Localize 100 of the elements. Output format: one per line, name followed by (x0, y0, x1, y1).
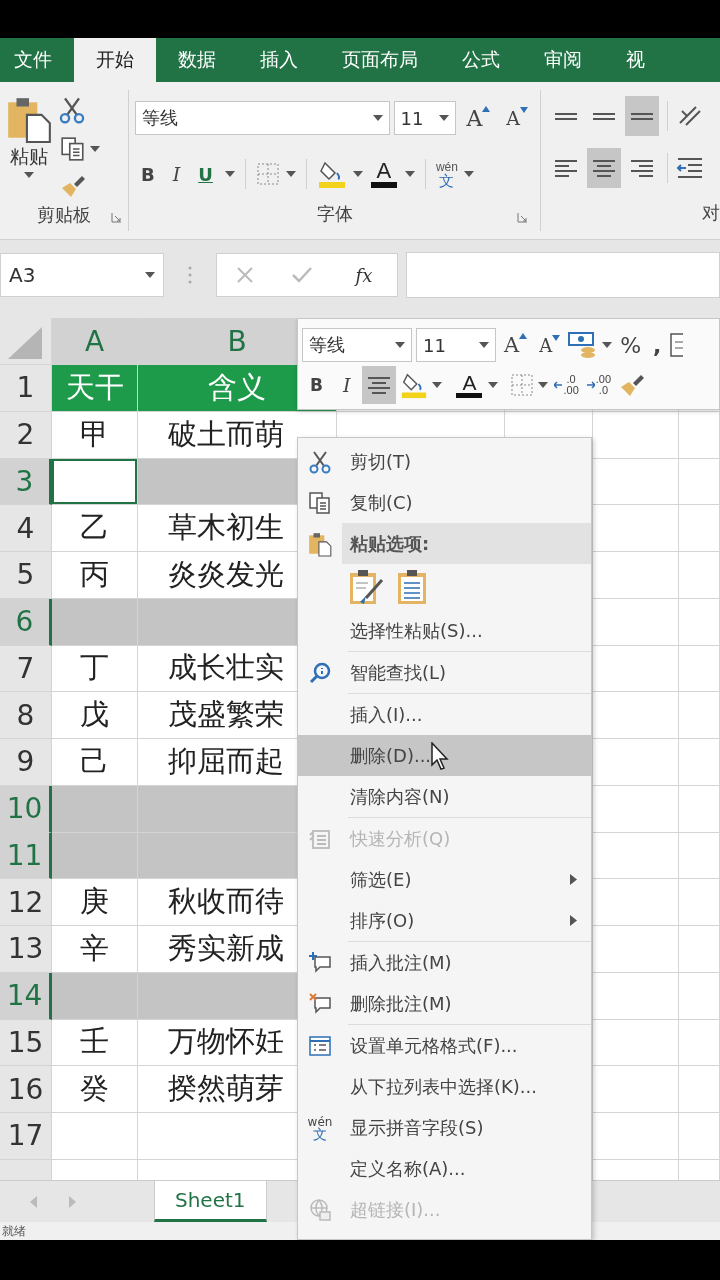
bold-button[interactable]: B (302, 375, 331, 395)
ribbon-tab[interactable]: 公式 (440, 38, 522, 82)
dropdown-caret-icon[interactable] (479, 342, 489, 348)
bold-button[interactable]: B (135, 163, 161, 185)
checkmark-icon[interactable] (290, 266, 313, 284)
row-header[interactable]: 10 (0, 785, 52, 833)
increase-decimal-button[interactable]: .0 .00 (552, 374, 581, 396)
row-header[interactable]: 11 (0, 832, 52, 880)
italic-button[interactable]: I (166, 163, 187, 185)
dropdown-caret-icon[interactable] (602, 342, 613, 348)
dropdown-caret-icon[interactable] (90, 146, 100, 152)
row-header[interactable]: 15 (0, 1019, 52, 1067)
dropdown-caret-icon[interactable] (395, 342, 405, 348)
table-cell: 丙 (52, 552, 138, 599)
row-header[interactable]: 9 (0, 739, 52, 786)
dropdown-caret-icon[interactable] (224, 171, 235, 177)
grow-font-button[interactable]: A (460, 105, 497, 131)
row-header[interactable]: 1 (0, 365, 52, 412)
font-name-dropdown[interactable]: 等线 (302, 328, 412, 362)
dropdown-caret-icon[interactable] (488, 382, 499, 388)
row-header[interactable]: 7 (0, 645, 52, 693)
arrow-icon (554, 381, 563, 389)
shrink-font-button[interactable]: A (500, 107, 534, 129)
paste-formatting-icon[interactable] (348, 568, 384, 606)
center-button[interactable] (587, 148, 621, 188)
paste-button[interactable]: 粘贴 (4, 94, 54, 170)
dropdown-caret-icon[interactable] (285, 171, 296, 177)
bottom-align-button[interactable] (625, 96, 659, 136)
up-triangle-icon (519, 333, 528, 339)
font-size-dropdown[interactable]: 11 (416, 328, 496, 362)
menu-item[interactable]: 删除(D)... (298, 735, 591, 776)
phonetic-guide-button[interactable]: wén 文 (435, 161, 458, 187)
scissors-icon (308, 449, 332, 474)
lines-icon (555, 159, 577, 177)
sheet-tab[interactable]: Sheet1 (154, 1181, 267, 1222)
table-cell (679, 879, 720, 926)
dropdown-caret-icon[interactable] (352, 171, 363, 177)
ribbon-tab[interactable]: 开始 (74, 38, 156, 82)
row-header[interactable]: 13 (0, 926, 52, 973)
font-color-button[interactable]: A (454, 372, 485, 398)
table-icon[interactable] (669, 332, 684, 358)
table-cell (679, 1019, 720, 1067)
insert-function-button[interactable]: fx (349, 263, 379, 287)
ribbon-tab[interactable]: 审阅 (522, 38, 604, 82)
dropdown-caret-icon[interactable] (538, 382, 549, 388)
fill-color-icon[interactable] (400, 371, 429, 399)
row-header[interactable]: 16 (0, 1066, 52, 1113)
dropdown-caret-icon[interactable] (404, 171, 415, 177)
ribbon-tab[interactable]: 数据 (156, 38, 238, 82)
dropdown-caret-icon[interactable] (463, 171, 474, 177)
shrink-font-button[interactable]: A (535, 334, 565, 356)
dropdown-caret-icon[interactable] (372, 115, 383, 121)
table-cell (679, 739, 720, 786)
grow-font-button[interactable]: A (500, 333, 532, 357)
fill-color-icon[interactable] (316, 159, 347, 189)
table-cell: 乙 (52, 505, 138, 552)
row-header[interactable]: 8 (0, 692, 52, 739)
row-header[interactable]: 5 (0, 552, 52, 599)
font-name-dropdown[interactable]: 等线 (135, 101, 390, 135)
decrease-decimal-button[interactable]: .00 .0 (584, 374, 614, 396)
paste-values-icon[interactable] (396, 568, 428, 606)
dialog-launcher-icon[interactable] (517, 212, 528, 223)
table-cell (679, 552, 720, 599)
comma-button[interactable]: , (649, 332, 666, 358)
table-cell (679, 411, 720, 459)
name-box[interactable]: A3 (0, 253, 164, 297)
row-header[interactable]: 17 (0, 1113, 52, 1160)
italic-button[interactable]: I (334, 374, 359, 396)
ribbon-tab[interactable]: 页面布局 (320, 38, 440, 82)
percent-button[interactable]: % (616, 332, 646, 358)
globe-icon (308, 1197, 332, 1222)
row-header[interactable]: 6 (0, 598, 52, 646)
table-cell (679, 645, 720, 693)
ribbon-tab[interactable]: 视 (604, 38, 667, 82)
table-cell: 己 (52, 739, 138, 786)
underline-button[interactable]: U (192, 163, 219, 185)
ribbon-tab[interactable]: 文件 (0, 38, 74, 82)
row-header[interactable]: 4 (0, 505, 52, 552)
dropdown-caret-icon[interactable] (439, 115, 450, 121)
ribbon-tab[interactable]: 插入 (238, 38, 320, 82)
copy-icon (308, 490, 332, 515)
scissors-icon (58, 96, 86, 124)
row-header[interactable]: 14 (0, 972, 52, 1020)
table-cell (679, 505, 720, 552)
row-header[interactable]: 3 (0, 458, 52, 506)
decrease-indent-icon[interactable] (676, 157, 704, 179)
center-button[interactable] (362, 366, 397, 404)
font-color-button[interactable]: A (368, 160, 399, 188)
column-header[interactable]: A (52, 318, 138, 365)
dialog-launcher-icon[interactable] (111, 212, 122, 223)
row-header[interactable]: 2 (0, 411, 52, 459)
menu-item[interactable]: 定义名称(A)... (298, 1148, 591, 1189)
status-text: 就绪 (1, 1223, 26, 1239)
formula-input[interactable] (406, 252, 720, 298)
dropdown-caret-icon[interactable] (432, 382, 443, 388)
dropdown-caret-icon[interactable] (145, 272, 155, 278)
dropdown-caret-icon[interactable] (24, 172, 34, 178)
delete-comment-icon (308, 991, 332, 1016)
row-header[interactable]: 12 (0, 879, 52, 926)
font-size-dropdown[interactable]: 11 (393, 101, 457, 135)
